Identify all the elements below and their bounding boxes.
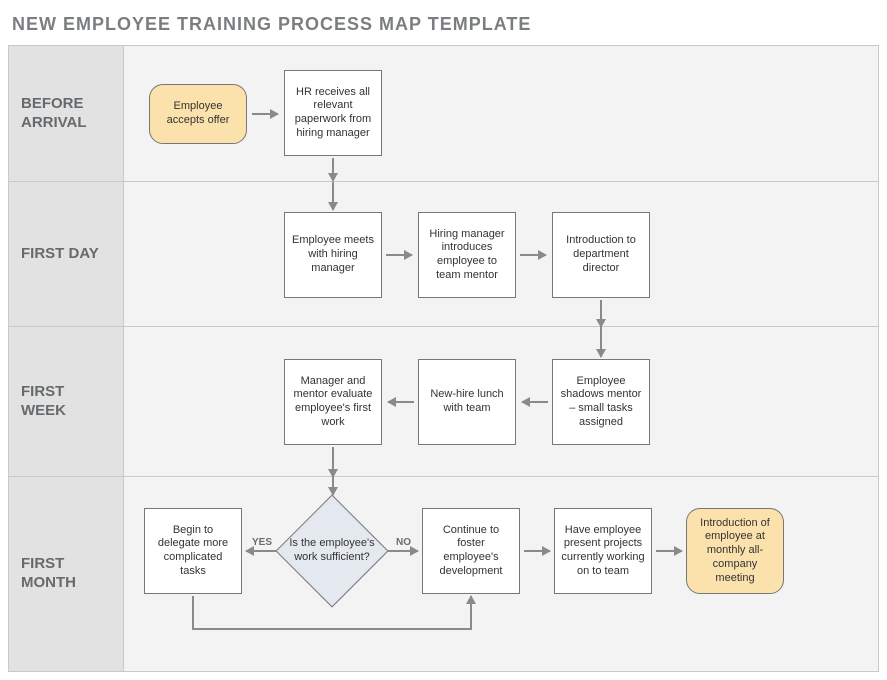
node-present-projects: Have employee present projects currently… [554,508,652,594]
arrow-right-icon [252,113,278,115]
node-shadows-mentor: Employee shadows mentor – small tasks as… [552,359,650,445]
lane-label-day: FIRST DAY [9,182,124,326]
arrow-down-icon [332,158,334,181]
arrow-right-icon [388,550,418,552]
diagram-title: NEW EMPLOYEE TRAINING PROCESS MAP TEMPLA… [8,8,879,45]
node-employee-accepts-offer: Employee accepts offer [149,84,247,144]
arrow-right-icon [520,254,546,256]
connector-line [192,596,194,630]
arrow-down-icon [332,447,334,477]
arrow-down-icon [600,300,602,327]
lane-day: Employee meets with hiring manager Hirin… [124,182,878,326]
arrow-right-icon [524,550,550,552]
row-first-month: FIRST MONTH Is the employee's work suffi… [9,476,878,671]
arrow-right-icon [386,254,412,256]
node-hr-paperwork: HR receives all relevant paperwork from … [284,70,382,156]
node-decision-sufficient: Is the employee's work sufficient? [276,495,388,607]
lane-label-month: FIRST MONTH [9,477,124,671]
swimlane-grid: BEFORE ARRIVAL Employee accepts offer HR… [8,45,879,672]
diagram-container: NEW EMPLOYEE TRAINING PROCESS MAP TEMPLA… [8,8,879,672]
arrow-left-icon [246,550,276,552]
lane-label-before: BEFORE ARRIVAL [9,46,124,181]
lane-label-week: FIRST WEEK [9,327,124,476]
lane-week: Employee shadows mentor – small tasks as… [124,327,878,476]
arrow-up-icon [470,596,472,630]
node-meets-manager: Employee meets with hiring manager [284,212,382,298]
arrow-down-icon [332,477,334,495]
node-foster-development: Continue to foster employee's developmen… [422,508,520,594]
arrow-right-icon [656,550,682,552]
node-department-director: Introduction to department director [552,212,650,298]
arrow-left-icon [388,401,414,403]
node-delegate-tasks: Begin to delegate more complicated tasks [144,508,242,594]
node-allcompany-meeting: Introduction of employee at monthly all-… [686,508,784,594]
row-first-week: FIRST WEEK Employee shadows mentor – sma… [9,326,878,476]
node-newhire-lunch: New-hire lunch with team [418,359,516,445]
edge-label-no: NO [396,537,411,548]
lane-before: Employee accepts offer HR receives all r… [124,46,878,181]
decision-text: Is the employee's work sufficient? [287,537,377,565]
row-first-day: FIRST DAY Employee meets with hiring man… [9,181,878,326]
arrow-left-icon [522,401,548,403]
connector-line [192,628,472,630]
lane-month: Is the employee's work sufficient? YES B… [124,477,878,671]
arrow-down-icon [332,182,334,210]
node-team-mentor: Hiring manager introduces employee to te… [418,212,516,298]
row-before-arrival: BEFORE ARRIVAL Employee accepts offer HR… [9,46,878,181]
edge-label-yes: YES [252,537,272,548]
node-evaluate-work: Manager and mentor evaluate employee's f… [284,359,382,445]
arrow-down-icon [600,327,602,357]
